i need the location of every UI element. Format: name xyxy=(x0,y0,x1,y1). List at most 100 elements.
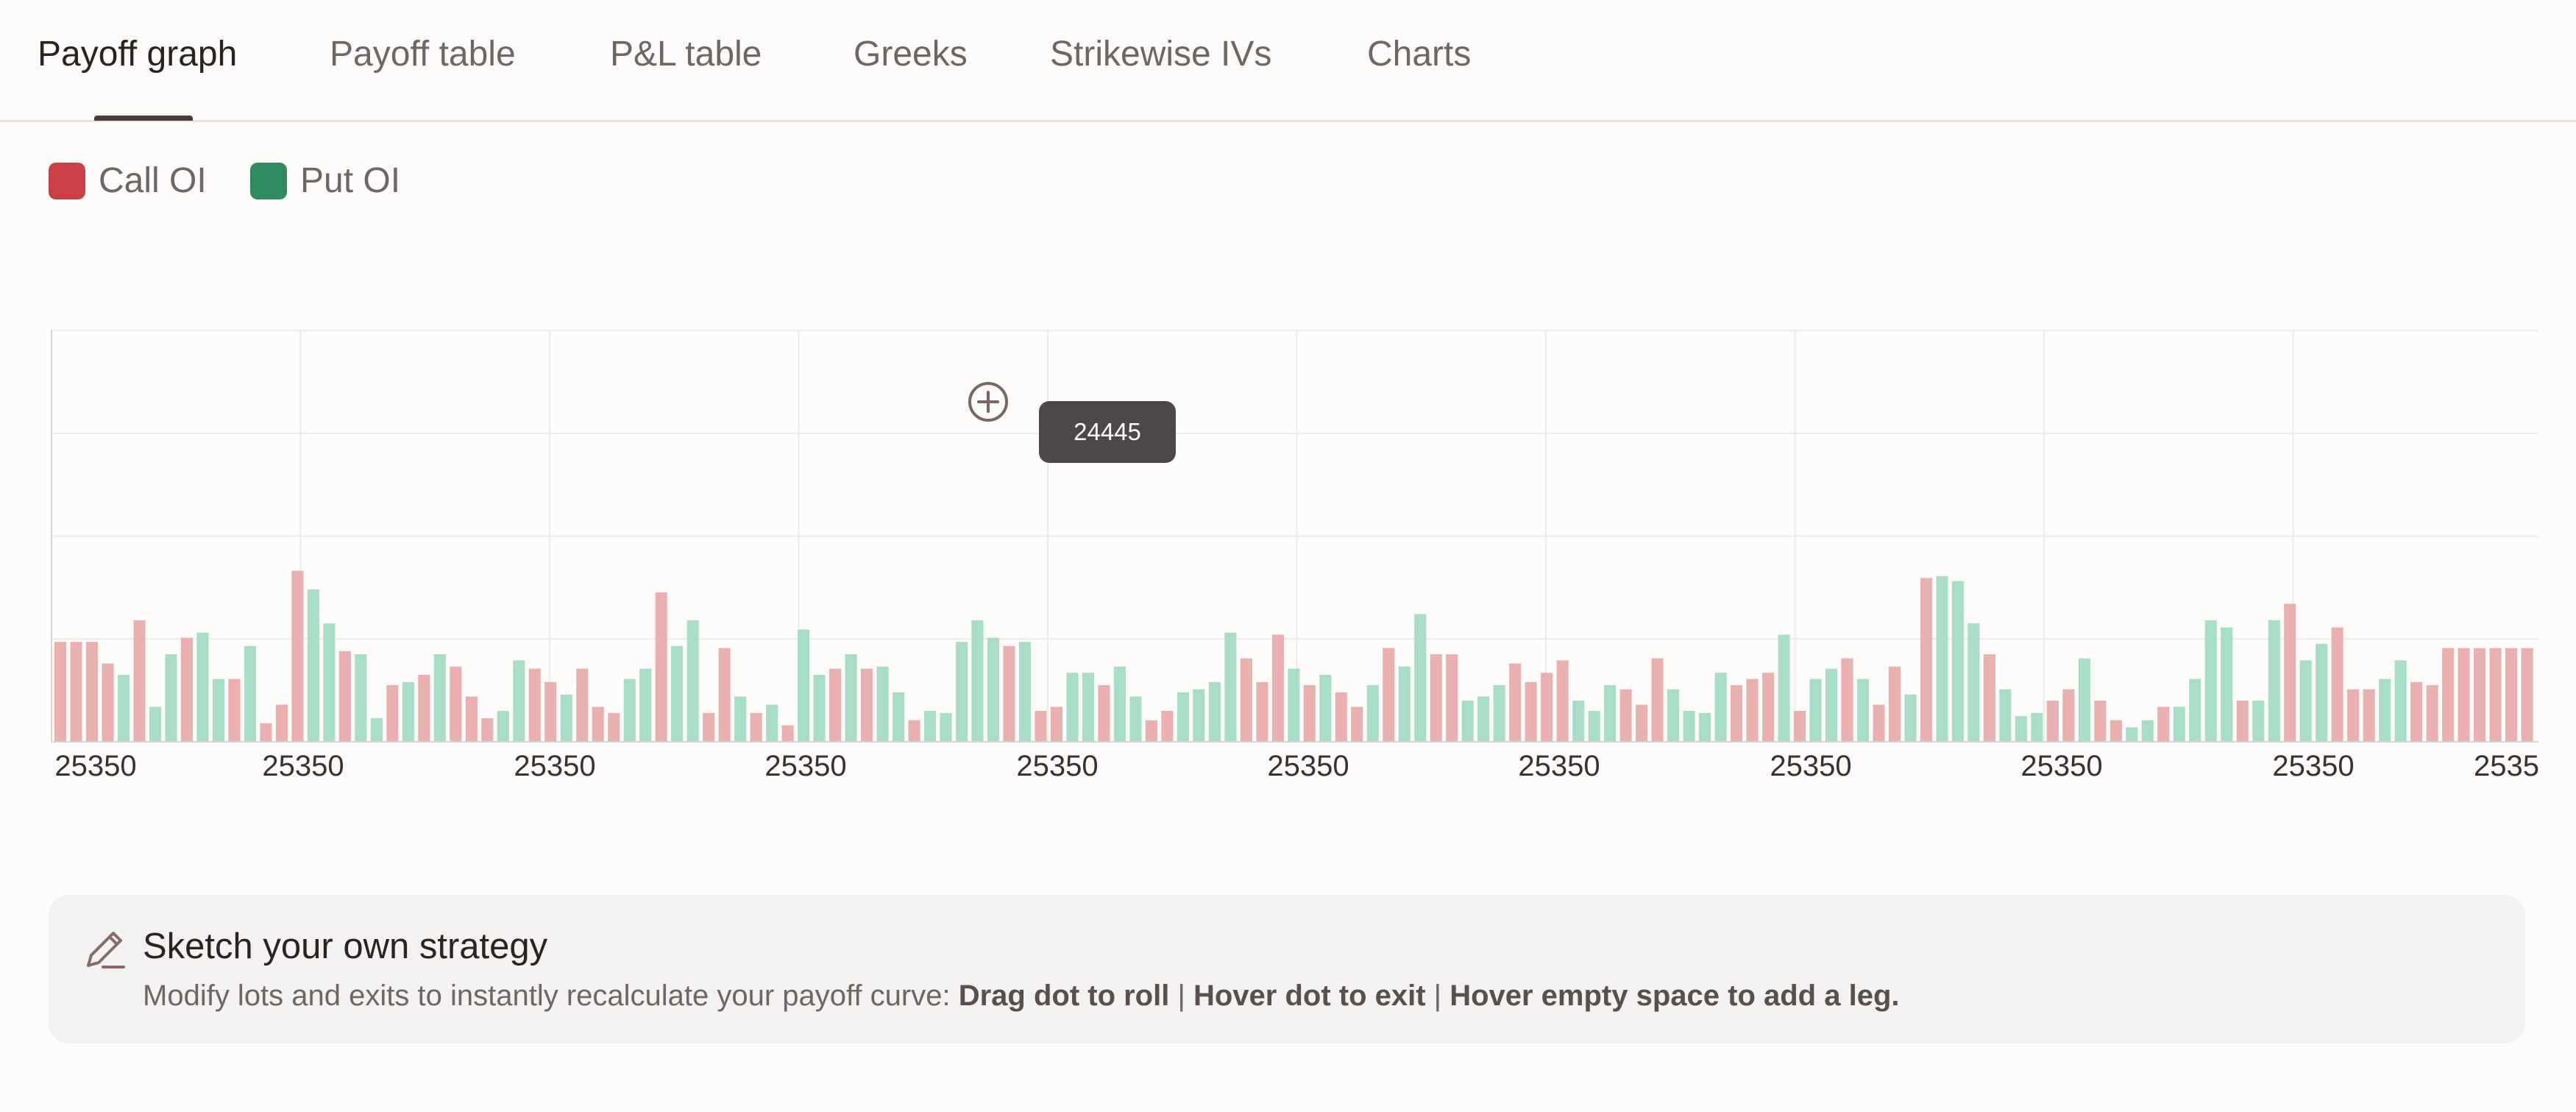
put-oi-bar xyxy=(956,642,968,742)
plus-circle-icon[interactable] xyxy=(967,380,1010,423)
put-oi-bar xyxy=(1825,668,1837,742)
put-oi-bar xyxy=(2221,627,2233,742)
call-oi-bar xyxy=(86,642,99,742)
put-oi-bar xyxy=(1082,673,1094,742)
put-oi-bar xyxy=(2204,620,2217,742)
call-oi-bar xyxy=(1003,645,1015,742)
call-oi-bar xyxy=(1035,711,1047,742)
put-oi-bar xyxy=(2316,644,2328,742)
put-oi-bar xyxy=(639,668,652,742)
x-tick-label: 25350 xyxy=(514,750,595,782)
legend-item-put-oi[interactable]: Put OI xyxy=(250,160,400,201)
call-oi-bar xyxy=(54,642,67,742)
call-oi-bar xyxy=(481,718,494,742)
put-oi-bar xyxy=(212,679,224,742)
put-oi-bar xyxy=(2078,658,2090,742)
put-oi-bar xyxy=(560,694,572,742)
call-oi-bar xyxy=(1509,663,1522,742)
pencil-icon xyxy=(87,932,125,968)
call-oi-bar xyxy=(1556,660,1569,742)
call-oi-bar xyxy=(1430,654,1442,742)
legend-label-call-oi: Call OI xyxy=(99,161,207,200)
call-oi-bar xyxy=(576,668,589,742)
put-oi-bar xyxy=(686,620,699,742)
put-oi-bar xyxy=(433,654,446,742)
call-oi-bar xyxy=(1793,711,1806,742)
put-oi-bar xyxy=(1604,685,1617,742)
call-oi-bar xyxy=(70,642,82,742)
put-oi-bar xyxy=(734,696,747,742)
call-oi-bar xyxy=(2347,689,2360,742)
call-oi-bar xyxy=(861,668,873,742)
put-oi-bar xyxy=(118,675,130,742)
tab-greeks[interactable]: Greeks xyxy=(854,34,968,74)
call-oi-bar xyxy=(2331,627,2343,742)
put-oi-bar xyxy=(1588,711,1600,742)
open-interest-chart[interactable]: 25350 25350 25350 25350 25350 25350 25350 25350… xyxy=(0,316,2576,802)
put-oi-bar xyxy=(2015,716,2027,742)
put-oi-bar xyxy=(149,706,161,742)
active-tab-indicator xyxy=(94,116,193,121)
call-oi-bar xyxy=(2062,689,2075,742)
call-oi-bar xyxy=(1256,681,1269,742)
call-oi-bar xyxy=(1525,681,1537,742)
put-oi-bar xyxy=(1208,681,1221,742)
strike-tooltip: 24445 xyxy=(1039,401,1176,463)
put-oi-bar xyxy=(623,679,636,742)
call-oi-bar xyxy=(592,706,604,742)
call-oi-bar xyxy=(2489,648,2502,742)
put-oi-bar xyxy=(987,637,999,742)
put-oi-bar xyxy=(1683,711,1695,742)
tab-payoff-table[interactable]: Payoff table xyxy=(330,34,516,74)
legend-item-call-oi[interactable]: Call OI xyxy=(49,160,207,201)
call-oi-bar xyxy=(2110,720,2122,742)
put-oi-bar xyxy=(813,675,826,742)
x-tick-label: 25350 xyxy=(1267,750,1349,782)
sketch-card-title: Sketch your own strategy xyxy=(143,927,548,966)
call-oi-bar xyxy=(275,704,288,742)
put-oi-bar xyxy=(402,681,414,742)
call-oi-bar xyxy=(1351,706,1363,742)
put-oi-bar xyxy=(1461,701,1474,742)
put-oi-bar xyxy=(766,704,778,742)
put-oi-bar xyxy=(893,692,905,742)
put-oi-bar xyxy=(1699,712,1711,742)
call-oi-bar xyxy=(1446,654,1458,742)
put-oi-bar xyxy=(1018,642,1031,742)
call-oi-bar xyxy=(1888,666,1901,742)
call-oi-bar xyxy=(1651,658,1664,742)
call-oi-bar xyxy=(2157,706,2170,742)
put-oi-bar xyxy=(2268,620,2280,742)
call-oi-bar xyxy=(1303,685,1316,742)
tab-pl-table[interactable]: P&L table xyxy=(610,34,762,74)
put-oi-bar xyxy=(244,645,256,742)
put-oi-bar xyxy=(2141,720,2154,742)
call-oi-bar xyxy=(2426,685,2438,742)
call-oi-bar xyxy=(703,712,715,742)
put-oi-bar xyxy=(2299,660,2312,742)
call-oi-bar xyxy=(180,637,193,742)
call-oi-bar xyxy=(2474,648,2486,742)
put-oi-bar xyxy=(1999,689,2012,742)
x-tick-label: 25350 xyxy=(262,750,344,782)
put-oi-bar xyxy=(1904,694,1917,742)
put-oi-bar xyxy=(1066,673,1079,742)
chart-svg[interactable]: 25350 25350 25350 25350 25350 25350 25350 25350… xyxy=(0,316,2576,802)
put-oi-bar xyxy=(513,660,525,742)
call-oi-bar xyxy=(386,685,399,742)
tab-payoff-graph[interactable]: Payoff graph xyxy=(38,34,237,74)
tab-strikewise-ivs[interactable]: Strikewise IVs xyxy=(1050,34,1271,74)
call-oi-bar xyxy=(1161,711,1174,742)
tooltip-value: 24445 xyxy=(1074,418,1141,445)
call-oi-bar xyxy=(2363,689,2375,742)
put-oi-bar xyxy=(2173,706,2185,742)
call-oi-bar xyxy=(2236,701,2249,742)
put-oi-bar xyxy=(1113,666,1126,742)
x-tick-label: 25350 xyxy=(2272,750,2354,782)
put-oi-bar xyxy=(1856,679,1869,742)
call-oi-bar xyxy=(260,723,272,742)
call-oi-bar xyxy=(1920,578,1932,742)
tab-charts[interactable]: Charts xyxy=(1367,34,1471,74)
call-oi-bar xyxy=(1240,658,1252,742)
call-oi-bar xyxy=(544,681,557,742)
